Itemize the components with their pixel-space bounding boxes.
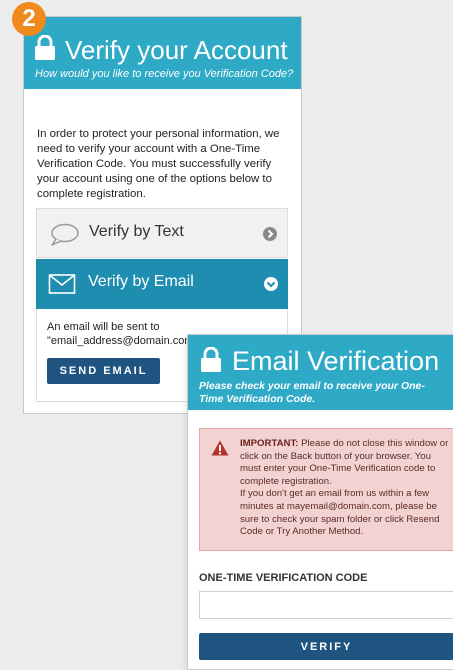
verification-code-label: ONE-TIME VERIFICATION CODE: [199, 572, 368, 584]
important-alert: IMPORTANT: Please do not close this wind…: [199, 428, 453, 551]
email-verification-header: Email Verification Please check your ema…: [188, 335, 453, 410]
email-verification-subtitle: Please check your email to receive your …: [199, 380, 425, 405]
alert-text: IMPORTANT: Please do not close this wind…: [240, 438, 450, 539]
verify-by-text-option[interactable]: Verify by Text: [36, 208, 288, 258]
verify-button[interactable]: VERIFY: [199, 633, 453, 660]
page-subtitle: How would you like to receive you Verifi…: [35, 68, 294, 80]
warning-icon: [211, 440, 229, 456]
verify-by-email-label: Verify by Email: [88, 273, 194, 290]
speech-bubble-icon: [51, 223, 79, 246]
verify-by-text-label: Verify by Text: [89, 223, 184, 240]
chevron-down-icon: [264, 277, 278, 291]
alert-strong-label: IMPORTANT:: [240, 438, 299, 449]
lock-icon: [201, 347, 221, 372]
step-number-badge: 2: [12, 2, 46, 36]
lock-icon: [35, 35, 55, 60]
email-sent-note-line1: An email will be sent to: [47, 321, 160, 333]
verify-by-email-option[interactable]: Verify by Email: [36, 259, 288, 309]
alert-line2: If you don't get an email from us within…: [240, 488, 440, 538]
verification-code-input[interactable]: [199, 591, 453, 619]
chevron-right-icon: [263, 227, 277, 241]
verify-account-header: Verify your Account How would you like t…: [24, 17, 301, 89]
intro-text: In order to protect your personal inform…: [37, 128, 280, 200]
email-verification-title: Email Verification: [232, 346, 440, 376]
envelope-icon: [48, 274, 76, 294]
page-title: Verify your Account: [65, 35, 288, 65]
email-verification-card: Email Verification Please check your ema…: [187, 334, 453, 670]
send-email-button[interactable]: SEND EMAIL: [47, 358, 160, 384]
